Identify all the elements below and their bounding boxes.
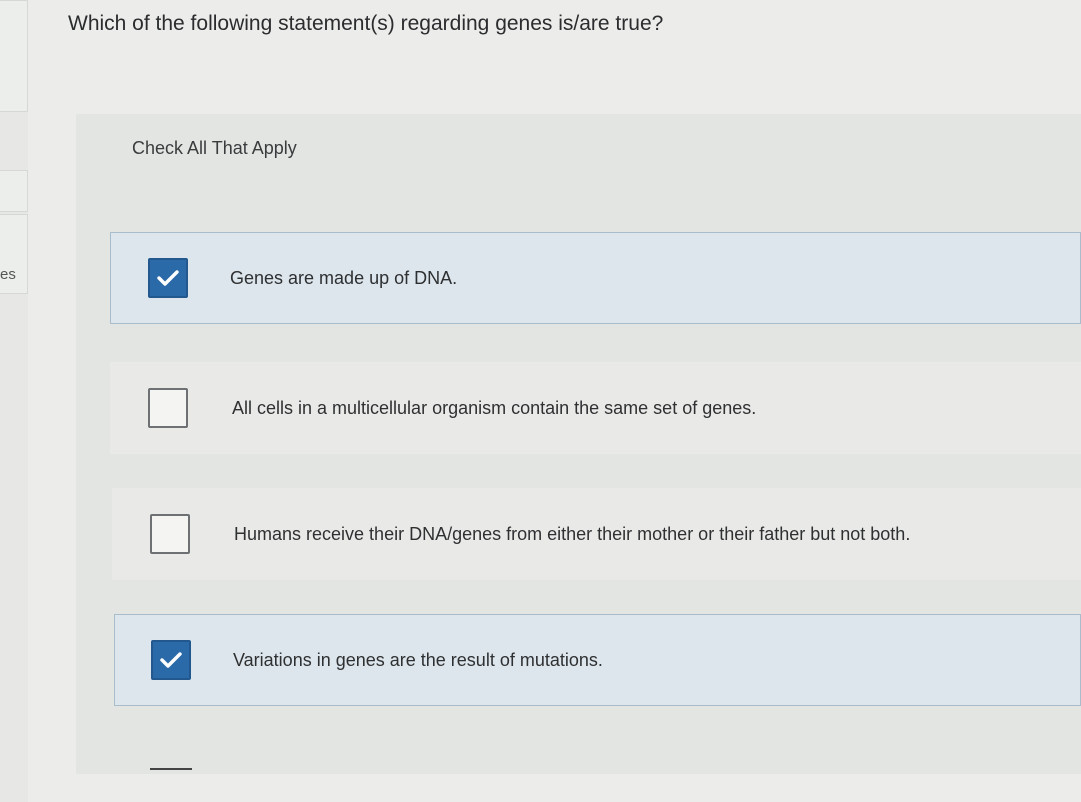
instruction-text: Check All That Apply — [132, 138, 297, 158]
option-text: Humans receive their DNA/genes from eith… — [234, 523, 911, 544]
checkbox-unchecked[interactable] — [148, 388, 188, 428]
question-text: Which of the following statement(s) rega… — [68, 12, 664, 35]
sidebar-tab[interactable] — [0, 170, 28, 212]
answer-option-3[interactable]: Humans receive their DNA/genes from eith… — [112, 488, 1081, 580]
checkbox-checked[interactable] — [148, 258, 188, 298]
option-text: Genes are made up of DNA. — [230, 267, 458, 288]
sidebar-tab-label: es — [0, 266, 16, 283]
answer-option-1[interactable]: Genes are made up of DNA. — [110, 232, 1081, 324]
checkbox-checked[interactable] — [151, 640, 191, 680]
checkmark-icon — [157, 270, 179, 286]
answer-option-2[interactable]: All cells in a multicellular organism co… — [110, 362, 1081, 454]
checkmark-icon — [160, 652, 182, 668]
option-text: Variations in genes are the result of mu… — [233, 649, 603, 670]
next-option-partial — [150, 768, 192, 770]
left-sidebar — [0, 0, 28, 802]
sidebar-tab[interactable] — [0, 0, 28, 112]
option-text: All cells in a multicellular organism co… — [232, 397, 757, 418]
answer-option-4[interactable]: Variations in genes are the result of mu… — [114, 614, 1081, 706]
checkbox-unchecked[interactable] — [150, 514, 190, 554]
